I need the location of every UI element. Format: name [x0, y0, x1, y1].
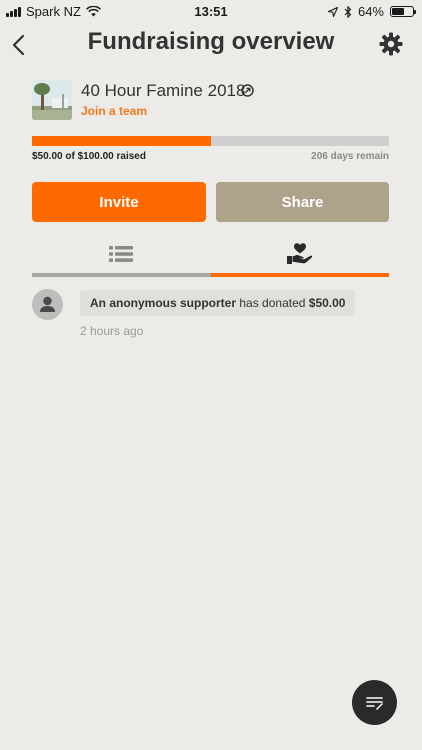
fundraising-progress-bar: [32, 136, 389, 146]
person-icon: [40, 296, 55, 312]
status-bar: Spark NZ 13:51 64%: [0, 0, 422, 22]
tab-bar: [32, 236, 389, 278]
notes-icon: [365, 696, 383, 710]
external-link-icon[interactable]: [241, 84, 254, 97]
page-title: Fundraising overview: [87, 28, 335, 55]
campaign-name[interactable]: 40 Hour Famine 2018: [81, 81, 245, 101]
tab-list-indicator: [32, 273, 211, 277]
list-item: An anonymous supporter has donated $50.0…: [32, 289, 392, 349]
raised-amount: $50.00 of $100.00 raised: [32, 151, 146, 162]
join-team-link[interactable]: Join a team: [81, 104, 147, 118]
bluetooth-icon: [344, 5, 352, 18]
battery-percent: 64%: [357, 4, 384, 19]
donation-amount: $50.00: [308, 296, 346, 310]
tab-list[interactable]: [32, 236, 210, 272]
donation-hand-heart-icon: [287, 243, 313, 264]
list-icon: [109, 246, 133, 262]
share-button[interactable]: Share: [216, 182, 389, 222]
status-right: 64%: [327, 4, 416, 19]
tab-donations-indicator: [211, 273, 389, 277]
progress-fill: [32, 136, 211, 146]
gear-icon: [379, 32, 403, 56]
donation-message: An anonymous supporter has donated $50.0…: [80, 290, 356, 316]
supporter-name: An anonymous supporter: [90, 296, 237, 310]
invite-button[interactable]: Invite: [32, 182, 206, 222]
days-remaining: 206 days remain: [311, 151, 389, 162]
notes-button[interactable]: [352, 680, 397, 725]
location-arrow-icon: [327, 6, 338, 17]
campaign-header: 40 Hour Famine 2018 Join a team: [32, 80, 392, 122]
settings-button[interactable]: [378, 31, 404, 57]
donation-action: has donated: [239, 296, 306, 310]
battery-icon: [390, 6, 416, 17]
avatar: [32, 289, 63, 320]
navigation-bar: Fundraising overview: [0, 22, 422, 66]
battery-level: [392, 8, 405, 15]
donation-time: 2 hours ago: [80, 324, 144, 338]
campaign-thumbnail[interactable]: [32, 80, 72, 120]
tab-donations[interactable]: [211, 236, 389, 272]
campaign-photo: [32, 80, 72, 120]
